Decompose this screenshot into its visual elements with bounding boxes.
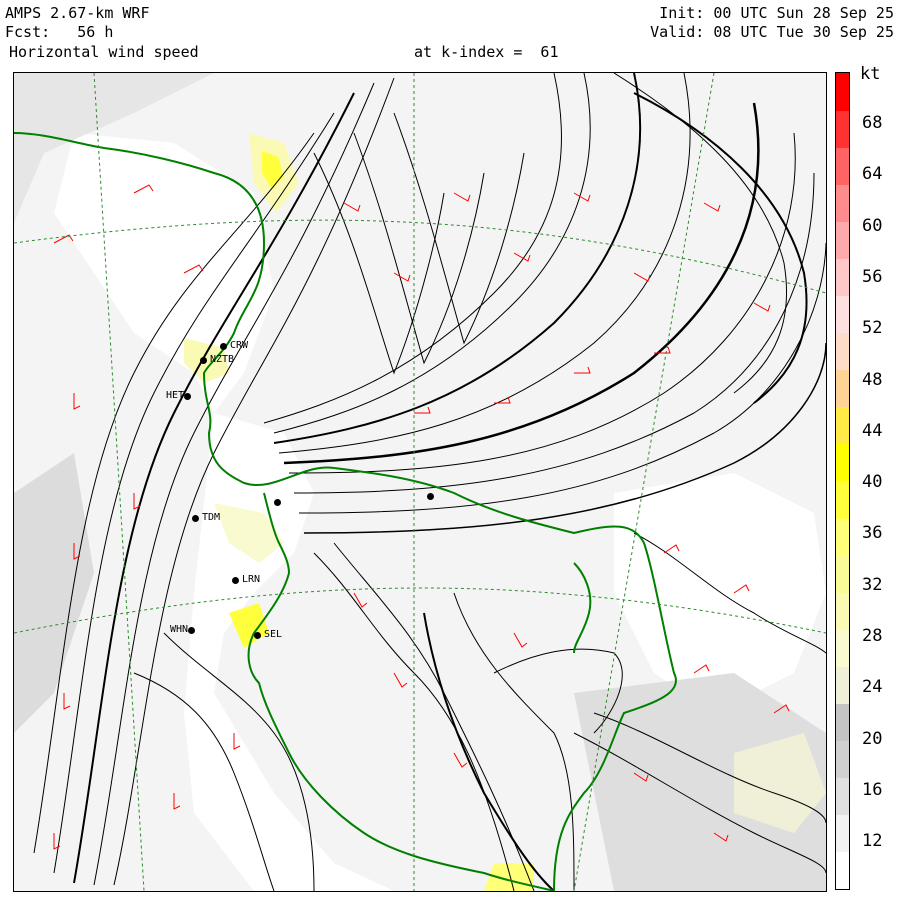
station-marker	[274, 498, 281, 506]
colorbar-segment	[836, 221, 849, 259]
colorbar-segment	[836, 184, 849, 222]
station-label: TDM	[202, 512, 221, 523]
station-lrn: LRN	[232, 575, 260, 586]
colorbar-segment	[836, 258, 849, 297]
station-nztb: NZTB	[200, 355, 234, 366]
vertical-level: at k-index = 61	[414, 43, 559, 61]
station-unnamed-2	[427, 491, 437, 502]
colorbar-tick-label: 52	[862, 318, 883, 339]
colorbar-tick-label: 32	[862, 574, 883, 595]
wind-speed-colorbar	[835, 72, 850, 890]
colorbar-segment	[836, 629, 849, 667]
colorbar-segment	[836, 110, 849, 148]
wind-map: CRW NZTB HET TDM LRN WHN SEL	[13, 72, 827, 892]
colorbar-tick-label: 44	[862, 420, 883, 441]
colorbar-tick-label: 40	[862, 472, 883, 493]
station-whn: WHN	[170, 625, 198, 636]
colorbar-segment	[836, 592, 849, 630]
colorbar-segment	[836, 295, 849, 334]
colorbar-tick-label: 48	[862, 369, 883, 390]
colorbar-segment	[836, 481, 849, 519]
field-name: Horizontal wind speed	[9, 43, 199, 61]
colorbar-tick-label: 60	[862, 215, 883, 236]
colorbar-segment	[836, 147, 849, 185]
colorbar-tick-label: 24	[862, 677, 883, 698]
init-time: Init: 00 UTC Sun 28 Sep 25	[659, 4, 894, 22]
station-marker	[192, 514, 199, 522]
colorbar-segment	[836, 369, 849, 408]
station-label: WHN	[170, 624, 189, 635]
colorbar-segment	[836, 73, 849, 111]
map-canvas	[14, 73, 826, 891]
station-marker	[200, 356, 207, 364]
colorbar-tick-label: 12	[862, 831, 883, 852]
station-marker	[254, 631, 261, 639]
station-marker	[188, 626, 196, 634]
station-label: NZTB	[210, 354, 235, 365]
colorbar-unit: kt	[860, 64, 881, 84]
station-marker	[427, 492, 434, 500]
station-tdm: TDM	[192, 513, 220, 524]
station-marker	[184, 392, 192, 400]
station-label: CRW	[230, 340, 249, 351]
colorbar-segment	[836, 332, 849, 371]
colorbar-segment	[836, 814, 849, 853]
colorbar-tick-label: 20	[862, 728, 883, 749]
colorbar-tick-label: 64	[862, 164, 883, 185]
station-label: HET	[166, 390, 185, 401]
colorbar-segment	[836, 518, 849, 556]
colorbar-segment	[836, 666, 849, 705]
station-unnamed-1	[274, 497, 284, 508]
colorbar-segment	[836, 703, 849, 742]
colorbar-segment	[836, 740, 849, 779]
colorbar-segment	[836, 555, 849, 593]
colorbar-tick-label: 68	[862, 113, 883, 133]
valid-time: Valid: 08 UTC Tue 30 Sep 25	[650, 23, 894, 41]
colorbar-segment	[836, 777, 849, 816]
station-label: LRN	[242, 574, 261, 585]
station-label: SEL	[264, 629, 283, 640]
forecast-hour: Fcst: 56 h	[5, 23, 114, 41]
model-title: AMPS 2.67-km WRF	[5, 4, 150, 22]
colorbar-segment	[836, 406, 849, 445]
colorbar-segment	[836, 851, 849, 890]
colorbar-tick-label: 56	[862, 266, 883, 287]
station-marker	[220, 342, 227, 350]
station-sel: SEL	[254, 630, 282, 641]
station-marker	[232, 576, 239, 584]
station-het: HET	[166, 391, 194, 402]
colorbar-tick-label: 36	[862, 523, 883, 544]
colorbar-segment	[836, 443, 849, 482]
station-crw: CRW	[220, 341, 248, 352]
colorbar-tick-label: 16	[862, 779, 883, 800]
colorbar-tick-label: 28	[862, 626, 883, 646]
